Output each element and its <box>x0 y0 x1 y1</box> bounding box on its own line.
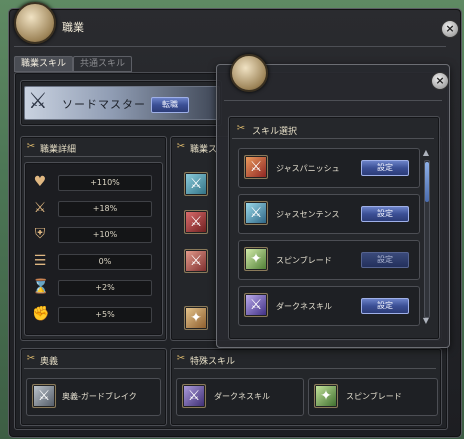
skill-name: ジャスパニッシュ <box>276 164 340 173</box>
section-divider <box>24 156 161 157</box>
sword-icon: ⚔ <box>33 200 47 216</box>
skill-slot-icon[interactable]: ✦ <box>184 306 208 330</box>
stat-value: 0% <box>58 254 152 270</box>
set-skill-button[interactable]: 設定 <box>361 252 409 268</box>
spin-blade-icon: ✦ <box>244 247 268 271</box>
darkness-kill-icon: ⚔ <box>244 293 268 317</box>
fist-icon: ✊ <box>32 306 50 322</box>
class-detail-title: 職業詳細 <box>40 145 77 155</box>
special-skills-title: 特殊スキル <box>190 357 236 367</box>
bars-icon: ☰ <box>33 253 47 269</box>
title-divider <box>224 100 442 101</box>
section-icon: ✂ <box>26 141 36 152</box>
scrollbar-thumb[interactable] <box>425 162 429 202</box>
special-skill-name: スピンブレード <box>346 392 402 401</box>
skill-name: スピンブレード <box>276 256 332 265</box>
class-sword-icon <box>14 2 56 44</box>
scroll-down-icon[interactable]: ▼ <box>421 316 431 325</box>
close-icon[interactable]: × <box>441 20 459 38</box>
section-divider <box>24 368 161 369</box>
skill-slot-icon[interactable]: ⚔ <box>184 249 208 273</box>
guard-break-icon: ⚔ <box>32 384 56 408</box>
stat-value: +2% <box>58 280 152 296</box>
shield-icon: ⛨ <box>34 226 46 242</box>
skill-name: ジャスセンテンス <box>276 210 340 219</box>
window-title: 職業 <box>62 21 84 34</box>
change-class-button[interactable]: 転職 <box>151 97 189 113</box>
skill-window-sword-icon <box>230 54 268 92</box>
skill-slot-icon[interactable]: ⚔ <box>184 172 208 196</box>
skill-name: ダークネスキル <box>276 302 332 311</box>
jaspunish-icon: ⚔ <box>244 155 268 179</box>
section-divider <box>232 138 434 139</box>
section-icon: ✂ <box>236 123 246 134</box>
darkness-kill-icon: ⚔ <box>182 384 206 408</box>
jassentence-icon: ⚔ <box>244 201 268 225</box>
scroll-up-icon[interactable]: ▲ <box>421 148 431 157</box>
stat-value: +18% <box>58 201 152 217</box>
set-skill-button[interactable]: 設定 <box>361 160 409 176</box>
tab-common-skills[interactable]: 共通スキル <box>73 56 133 72</box>
title-divider <box>14 46 446 47</box>
set-skill-button[interactable]: 設定 <box>361 206 409 222</box>
section-divider <box>174 368 436 369</box>
class-name: ソードマスター <box>62 98 146 111</box>
ougi-title: 奥義 <box>40 357 59 367</box>
section-icon: ✂ <box>176 353 186 364</box>
set-skill-button[interactable]: 設定 <box>361 298 409 314</box>
special-skill-name: ダークネスキル <box>214 392 270 401</box>
spin-blade-icon: ✦ <box>314 384 338 408</box>
heart-icon: ♥ <box>33 174 47 190</box>
stat-value: +110% <box>58 175 152 191</box>
close-icon[interactable]: × <box>431 72 449 90</box>
skill-select-title: スキル選択 <box>252 127 298 137</box>
sword-icon: ⚔ <box>28 89 48 114</box>
stat-value: +5% <box>58 307 152 323</box>
skill-slot-icon[interactable]: ⚔ <box>184 210 208 234</box>
section-icon: ✂ <box>176 141 186 152</box>
section-icon: ✂ <box>26 353 36 364</box>
ougi-skill-name: 奥義-ガードブレイク <box>62 392 137 401</box>
class-skills-title: 職業ス <box>190 145 218 155</box>
tab-class-skills[interactable]: 職業スキル <box>14 56 74 72</box>
hourglass-icon: ⌛ <box>32 279 50 295</box>
stat-value: +10% <box>58 227 152 243</box>
